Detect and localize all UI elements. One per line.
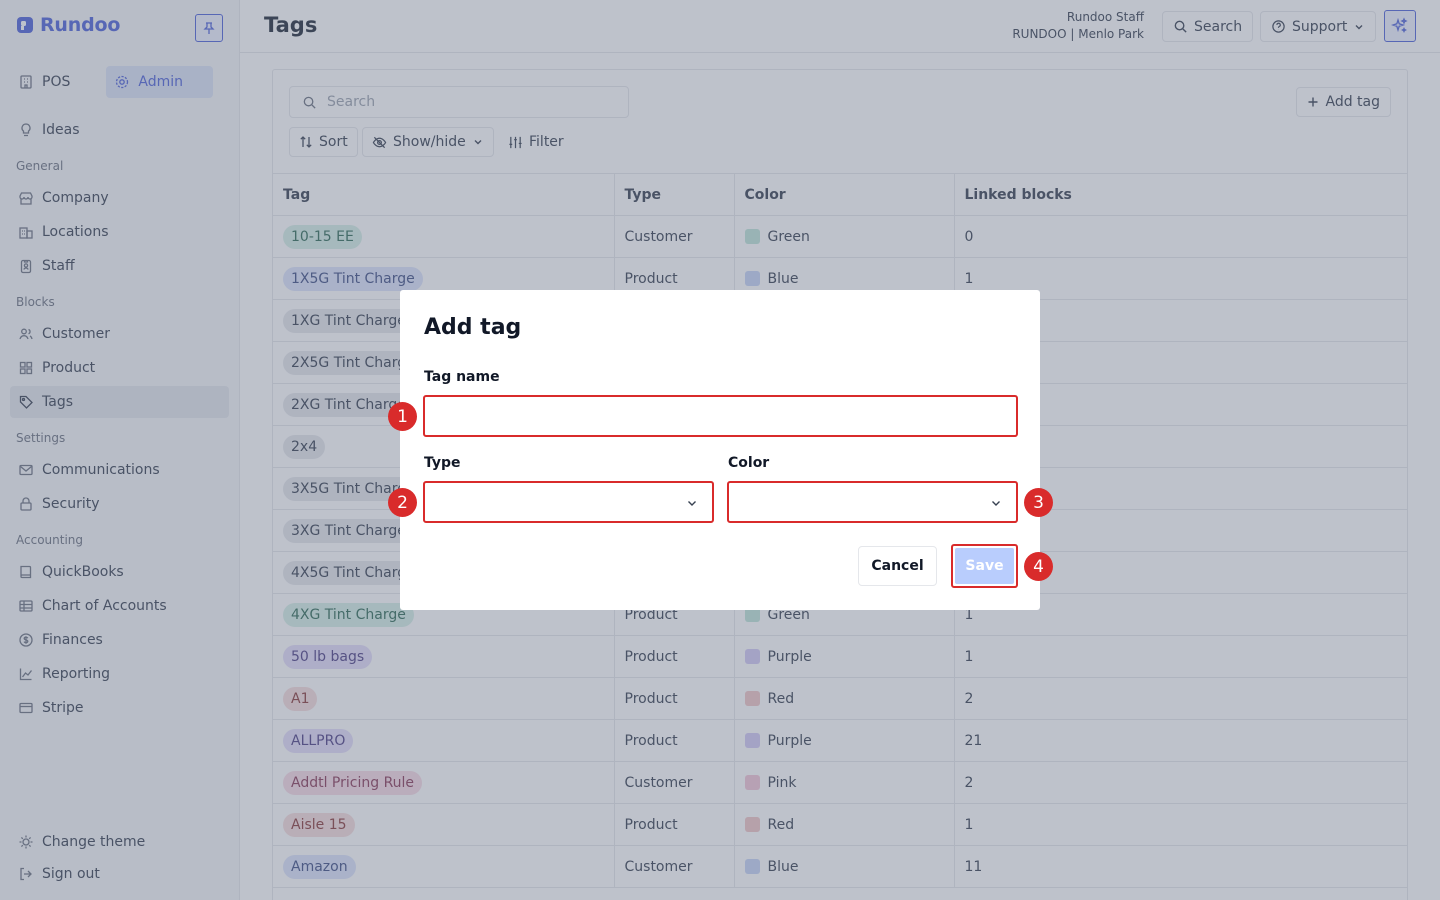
chevron-down-icon — [688, 501, 696, 506]
type-select[interactable] — [423, 481, 714, 523]
add-tag-dialog: Add tag Tag name Type Color Cancel Save — [400, 290, 1040, 610]
annotation-marker-3: 3 — [1024, 488, 1053, 517]
dialog-title: Add tag — [424, 315, 522, 340]
tag-name-label: Tag name — [424, 369, 500, 385]
save-button[interactable]: Save — [951, 544, 1018, 588]
color-select[interactable] — [727, 481, 1018, 523]
type-label: Type — [424, 455, 461, 471]
cancel-button[interactable]: Cancel — [858, 546, 937, 586]
annotation-marker-1: 1 — [388, 402, 417, 431]
annotation-marker-2: 2 — [388, 488, 417, 517]
save-button-label: Save — [955, 548, 1014, 584]
color-label: Color — [728, 455, 770, 471]
annotation-marker-4: 4 — [1024, 552, 1053, 581]
chevron-down-icon — [992, 501, 1000, 506]
tag-name-input[interactable] — [423, 395, 1018, 437]
